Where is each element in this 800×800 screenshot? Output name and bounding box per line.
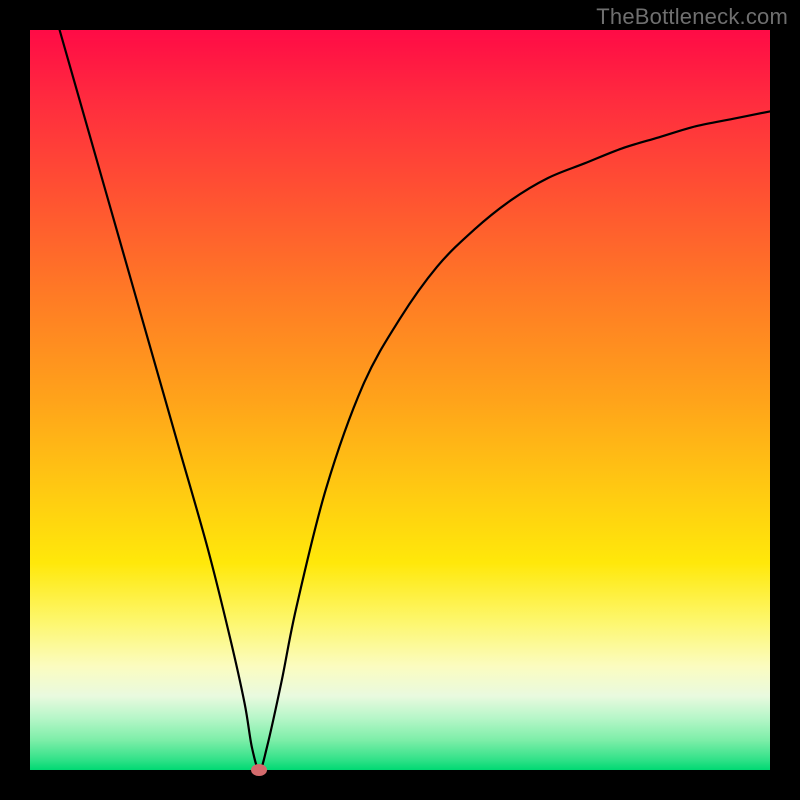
- bottleneck-curve: [60, 30, 770, 770]
- plot-area: [30, 30, 770, 770]
- optimal-point-marker: [251, 764, 267, 776]
- watermark-label: TheBottleneck.com: [596, 4, 788, 30]
- curve-svg: [30, 30, 770, 770]
- chart-frame: TheBottleneck.com: [0, 0, 800, 800]
